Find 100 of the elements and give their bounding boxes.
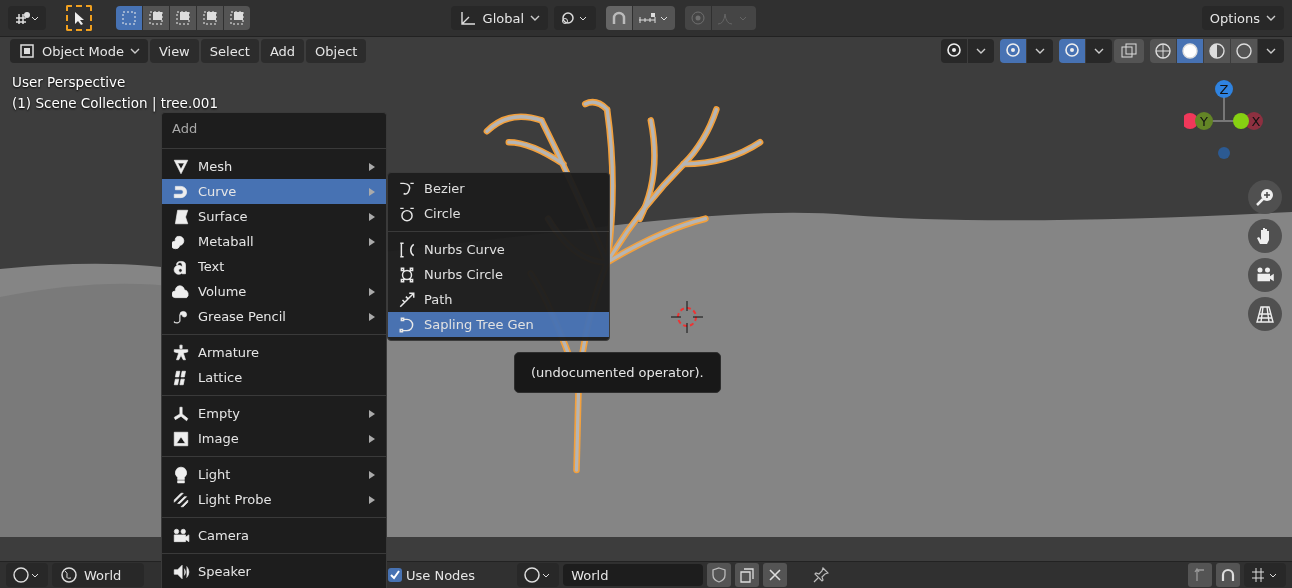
orientation-dropdown[interactable]: Global [450,6,549,30]
options-dropdown[interactable]: Options [1201,6,1284,30]
mode-dropdown[interactable]: Object Mode [10,39,148,63]
sphere-icon [1235,42,1253,60]
menu-item[interactable]: Armature [162,340,386,365]
xray-toggle[interactable] [1114,39,1144,63]
solid-circle-icon [1181,42,1199,60]
world-browse-button[interactable] [517,563,560,587]
menu-item[interactable]: Camera [162,523,386,548]
wireframe-sphere-icon [1154,42,1172,60]
menu-item[interactable]: Image [162,426,386,451]
magnifier-plus-icon [1255,187,1275,207]
caret-icon [1266,47,1276,55]
menu-item[interactable]: Light [162,462,386,487]
caret-icon [1035,47,1045,55]
3d-cursor-icon [669,299,705,335]
menu-button[interactable]: Add [260,39,305,63]
half-sphere-icon [1208,42,1226,60]
menu-button[interactable]: Select [200,39,259,63]
editor-type-button[interactable] [8,6,46,30]
fake-user-button[interactable] [707,563,732,587]
shading-button[interactable] [1231,39,1257,63]
pivot-dropdown[interactable] [554,6,597,30]
cloud-icon [172,282,190,301]
overlay-dropdown[interactable] [1086,39,1112,63]
menu-item[interactable]: Grease Pencil [162,304,386,329]
collection-label: (1) Scene Collection | tree.001 [12,95,218,111]
menu-item[interactable]: Sapling Tree Gen [388,312,609,337]
selection-mode-button[interactable] [197,6,223,30]
menu-item[interactable]: Text [162,254,386,279]
selection-mode-button[interactable] [224,6,250,30]
shading-button[interactable] [1177,39,1203,63]
menu-item[interactable]: Speaker [162,559,386,584]
snap-dropdown[interactable] [1244,563,1286,587]
picture-icon [172,429,190,448]
path-icon [398,290,416,309]
tooltip: (undocumented operator). [514,352,721,393]
shading-button[interactable] [1150,39,1176,63]
speaker-icon [172,562,190,581]
menu-item[interactable]: Mesh [162,154,386,179]
surface-icon [172,207,190,226]
menu-item[interactable]: Metaball [162,229,386,254]
menu-item[interactable]: Nurbs Curve [388,237,609,262]
checkmark-icon [389,569,401,581]
overlay-toggle[interactable] [1059,39,1085,63]
world-dropdown[interactable]: World [52,563,144,587]
menu-item[interactable]: Curve [162,179,386,204]
menu-item[interactable]: Volume [162,279,386,304]
unlink-button[interactable] [763,563,788,587]
square-icon [175,10,191,26]
overlay-toggle[interactable] [941,39,967,63]
menu-item[interactable]: Empty [162,401,386,426]
checkbox[interactable] [388,568,402,582]
square-icon [148,10,164,26]
selection-mode-button[interactable] [170,6,196,30]
menu-item[interactable]: Circle [388,201,609,226]
menu-item[interactable]: Path [388,287,609,312]
select-tool-button[interactable] [66,5,92,31]
triangle-icon [172,157,190,176]
magnet-icon [1220,567,1236,583]
editor-type-button[interactable] [6,563,48,587]
overlay-dropdown[interactable] [1027,39,1053,63]
eye-icon [945,42,963,60]
axis-gizmo-drawing: Z Y X [1184,79,1264,159]
menu-title: Add [171,120,199,138]
snap-dropdown[interactable] [633,6,676,30]
use-nodes-checkbox[interactable]: Use Nodes [388,567,476,583]
proportional-edit-toggle[interactable] [685,6,712,30]
grid-icon [1255,304,1275,324]
bulb-icon [172,465,190,484]
shading-dropdown[interactable] [1258,39,1284,63]
menu-item[interactable]: Lattice [162,365,386,390]
snap-toggle[interactable] [1216,563,1240,587]
menu-item[interactable]: Light Probe [162,487,386,512]
caret-icon [129,47,140,55]
target-icon [690,10,707,26]
snap-toggle[interactable] [606,6,633,30]
xray-icon [1120,42,1138,60]
menu-button[interactable]: Object [306,39,367,63]
duplicate-button[interactable] [735,563,760,587]
menu-item[interactable]: Bezier [388,176,609,201]
shading-button[interactable] [1204,39,1230,63]
world-name-field[interactable]: World [563,564,704,586]
menu-item[interactable]: Surface [162,204,386,229]
shield-icon [711,567,728,583]
movie-camera-icon [172,526,190,545]
close-icon [767,567,784,583]
menu-button[interactable]: View [149,39,199,63]
axes-icon [458,10,477,26]
square-icon [229,10,245,26]
pin-icon [813,567,830,583]
zoom-button[interactable] [1248,180,1282,214]
menu-item[interactable]: Nurbs Circle [388,262,609,287]
view-title: User Perspective [12,74,126,90]
figure-icon [172,343,190,362]
selection-mode-button[interactable] [143,6,169,30]
curve-icon [398,315,416,334]
overlay-toggle[interactable] [1000,39,1026,63]
globe-icon [60,566,78,584]
caret-icon [1266,14,1276,22]
